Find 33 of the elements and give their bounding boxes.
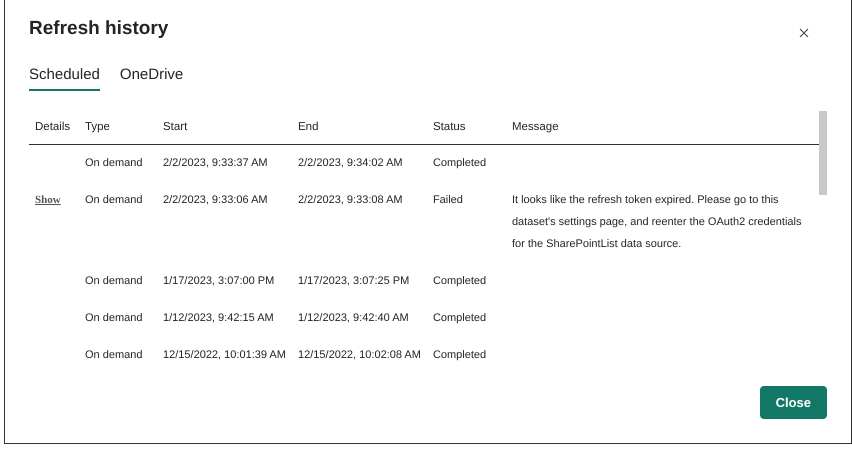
table-cell: On demand	[85, 312, 142, 324]
show-link[interactable]: Show	[35, 194, 61, 206]
table-cell: 2/2/2023, 9:33:37 AM	[163, 156, 268, 169]
dialog-title: Refresh history	[29, 18, 168, 41]
column-header: Status	[426, 110, 506, 144]
error-message: It looks like the refresh token expired. Please go to this dataset's settings page, and reenter the OAuth2 credentials for the SharePointList data source.	[512, 194, 802, 250]
table-cell: 12/15/2022, 10:01:39 AM	[163, 348, 286, 361]
table-cell: On demand	[85, 194, 142, 206]
column-header: Start	[157, 110, 292, 144]
table-cell: 2/2/2023, 9:34:02 AM	[298, 156, 403, 169]
table-cell: Completed	[432, 274, 486, 287]
table-cell: 2/2/2023, 9:33:06 AM	[163, 194, 268, 206]
table-cell: Completed	[432, 312, 486, 324]
column-header: Details	[29, 110, 79, 144]
table-cell: Completed	[432, 348, 486, 361]
tab[interactable]: Scheduled	[29, 64, 100, 90]
table-cell: On demand	[85, 156, 142, 169]
close-button[interactable]: Close	[760, 386, 827, 419]
table-cell: Failed	[432, 194, 463, 206]
table-cell: On demand	[85, 348, 142, 361]
table-cell: 2/2/2023, 9:33:08 AM	[298, 194, 403, 206]
table-cell: Completed	[432, 156, 486, 169]
table-cell: 1/12/2023, 9:42:40 AM	[298, 312, 409, 324]
table-cell: 1/17/2023, 3:07:00 PM	[163, 274, 274, 287]
tab[interactable]: OneDrive	[120, 64, 184, 90]
scrollbar-thumb[interactable]	[819, 110, 827, 194]
column-header: Type	[79, 110, 157, 144]
table-cell: 1/17/2023, 3:07:25 PM	[298, 274, 410, 287]
column-header: Message	[506, 110, 820, 144]
column-header: End	[292, 110, 427, 144]
table-cell: 12/15/2022, 10:02:08 AM	[298, 348, 421, 361]
table-cell: 1/12/2023, 9:42:15 AM	[163, 312, 274, 324]
table-cell: On demand	[85, 274, 142, 287]
